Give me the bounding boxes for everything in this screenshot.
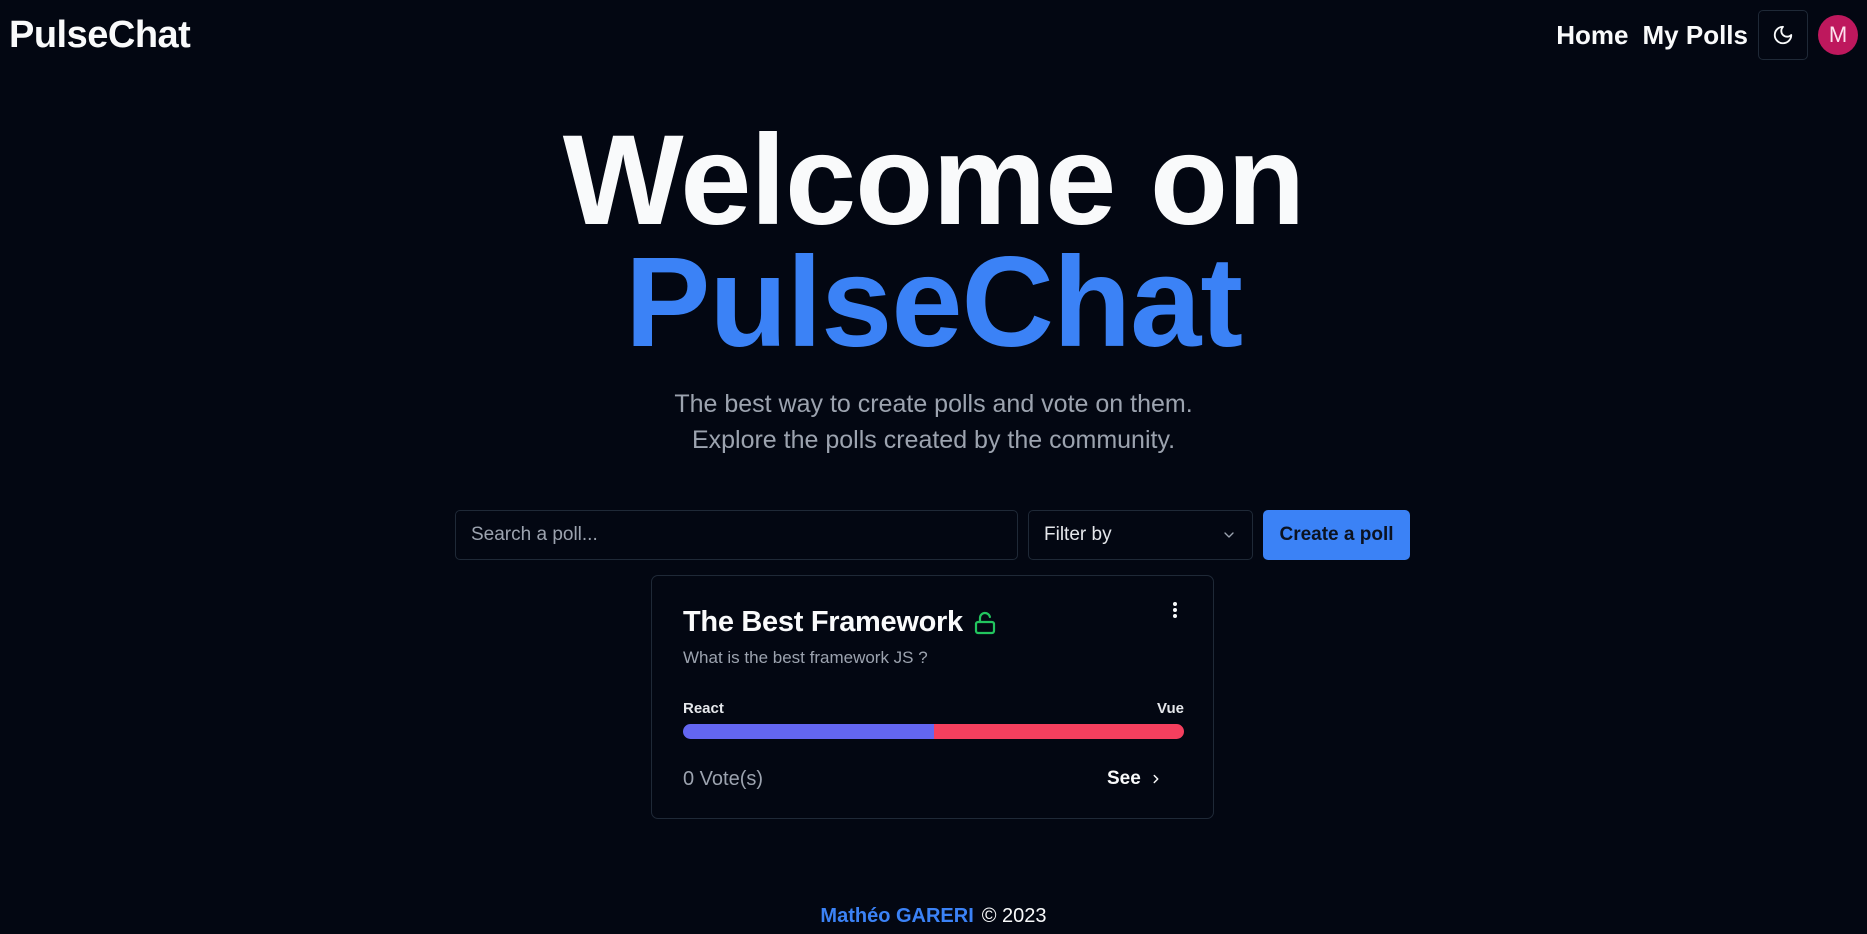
hero-subtitle-line-1: The best way to create polls and vote on…: [674, 390, 1193, 418]
hero-brand-title: PulseChat: [625, 231, 1243, 374]
chevron-right-icon: [1153, 774, 1159, 784]
nav-link-my-polls[interactable]: My Polls: [1643, 20, 1748, 51]
page-footer: Mathéo GARERI © 2023: [0, 905, 1867, 928]
footer-copyright: © 2023: [981, 905, 1047, 927]
more-vertical-icon: [1173, 602, 1177, 618]
option-bar-vue: [933, 724, 1184, 739]
poll-controls: Filter by Create a poll: [455, 510, 1410, 560]
create-poll-button[interactable]: Create a poll: [1263, 510, 1410, 560]
brand-logo[interactable]: PulseChat: [9, 14, 191, 57]
option-label-vue: Vue: [1157, 700, 1184, 717]
hero-section: Welcome on PulseChat The best way to cre…: [0, 109, 1867, 458]
see-poll-button[interactable]: See: [1107, 768, 1163, 790]
theme-toggle-button[interactable]: [1758, 10, 1808, 60]
search-input[interactable]: [455, 510, 1018, 560]
poll-title: The Best Framework: [683, 606, 963, 638]
nav-right: Home My Polls M: [1542, 10, 1858, 60]
poll-results-bar: [683, 724, 1184, 739]
unlock-icon: [973, 610, 997, 636]
hero-title: Welcome on: [562, 109, 1306, 252]
poll-title-row: The Best Framework: [683, 606, 997, 639]
poll-menu-button[interactable]: [1172, 601, 1178, 624]
poll-description: What is the best framework JS ?: [683, 648, 928, 667]
poll-card: The Best Framework What is the best fram…: [651, 575, 1214, 819]
nav-link-home[interactable]: Home: [1556, 20, 1628, 51]
poll-option-labels: React Vue: [683, 700, 1184, 717]
footer-author-link[interactable]: Mathéo GARERI: [820, 905, 973, 927]
option-label-react: React: [683, 700, 724, 717]
user-avatar[interactable]: M: [1818, 15, 1858, 55]
option-bar-react: [683, 724, 934, 739]
moon-icon: [1773, 25, 1793, 45]
vote-count: 0 Vote(s): [683, 768, 764, 790]
filter-label: Filter by: [1044, 524, 1112, 545]
top-navbar: PulseChat Home My Polls M: [0, 0, 1867, 70]
hero-subtitle-line-2: Explore the polls created by the communi…: [691, 426, 1176, 454]
chevron-down-icon: [1224, 532, 1234, 538]
see-label: See: [1107, 768, 1141, 789]
hero-subtitle: The best way to create polls and vote on…: [0, 386, 1867, 458]
filter-select[interactable]: Filter by: [1028, 510, 1253, 560]
